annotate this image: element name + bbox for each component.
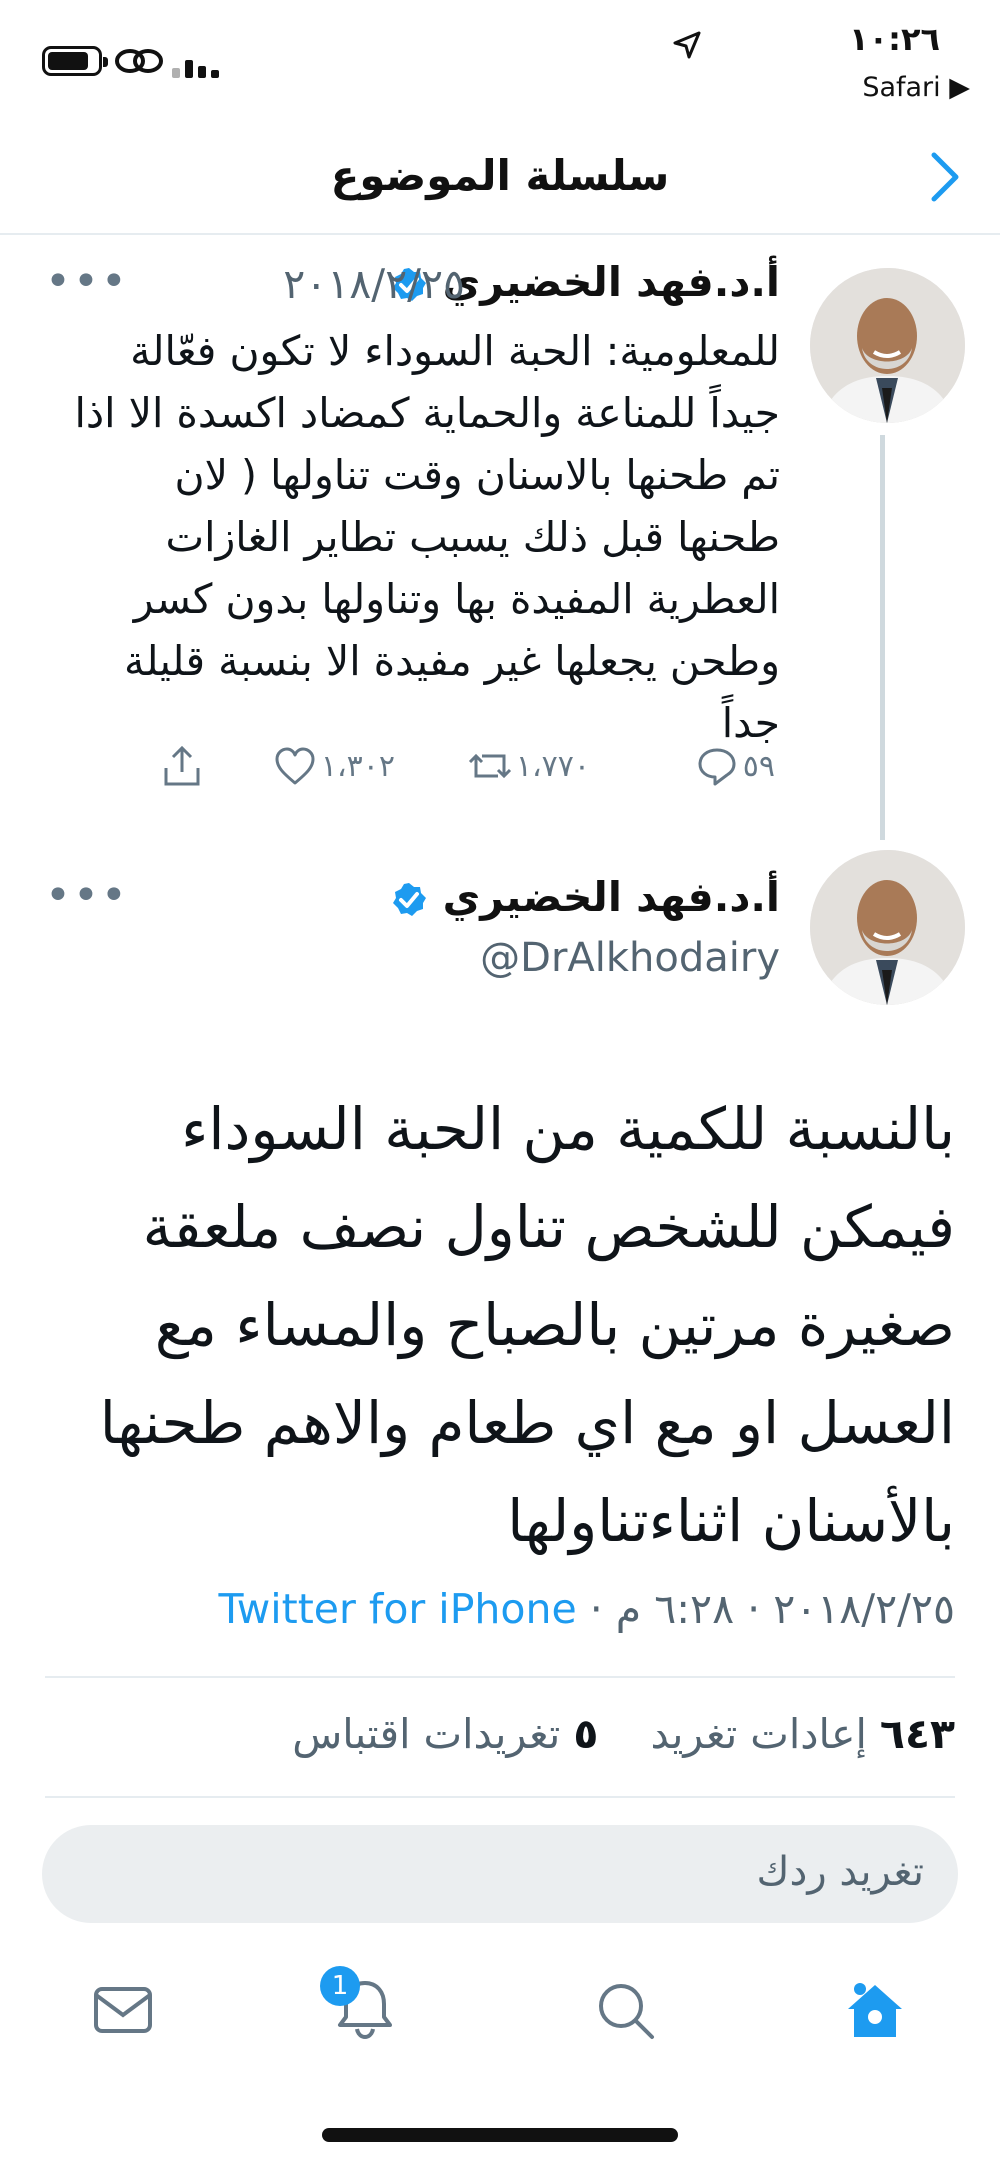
tweet-text-main: بالنسبة للكمية من الحبة السوداء فيمكن لل… [99,1095,955,1555]
search-icon[interactable] [590,1975,660,2045]
link-icon [115,49,163,73]
divider [45,1796,955,1798]
reply-input[interactable]: تغريد ردك [42,1825,958,1923]
retweets-count[interactable]: ٦٤٣ [880,1710,955,1758]
page-title: سلسلة الموضوع [330,151,670,200]
tab-bar [0,1955,1000,2065]
back-chevron-icon[interactable] [928,151,962,203]
status-bar: ١٠:٢٦ Safari ▶ [0,0,1000,115]
home-indicator [322,2128,678,2142]
reply-placeholder: تغريد ردك [756,1849,924,1895]
quotes-label[interactable]: تغريدات اقتباس [292,1710,560,1758]
share-action[interactable] [160,744,204,788]
more-options-icon[interactable]: ••• [45,870,129,921]
reply-count: ٥٩ [742,748,775,784]
retweet-action[interactable]: ١،٧٧٠ [468,744,590,788]
verified-badge-icon [393,883,427,916]
reply-action[interactable]: ٥٩ [695,744,775,788]
quotes-count[interactable]: ٥ [573,1710,598,1758]
heart-icon [275,747,315,785]
tweet-text-previous: للمعلومية: الحبة السوداء لا تكون فعّالة … [74,327,780,747]
share-icon [164,745,200,786]
signal-icon [172,48,222,78]
tweet-date-previous[interactable]: ٢٠١٨/٢/٢٥ [283,260,465,308]
more-options-icon[interactable]: ••• [45,256,129,307]
retweet-count: ١،٧٧٠ [515,748,590,784]
like-action[interactable]: ١،٣٠٢ [273,744,395,788]
status-time: ١٠:٢٦ [849,20,940,58]
notifications-badge: 1 [320,1966,360,2006]
like-count: ١،٣٠٢ [320,748,395,784]
nav-bar: سلسلة الموضوع [0,115,1000,235]
tweet-datetime: ٢٠١٨/٢/٢٥ · ٦:٢٨ م · [576,1585,955,1633]
retweets-label[interactable]: إعادات تغريد [651,1710,867,1758]
messages-icon[interactable] [88,1975,158,2045]
tweet-stats: ٦٤٣ إعادات تغريد ٥ تغريدات اقتباس [292,1710,955,1758]
reply-icon [698,748,736,786]
thread-line [880,435,885,840]
divider [45,1676,955,1678]
author-name-main[interactable]: أ.د.فهد الخضيري [390,873,780,921]
back-to-safari-link[interactable]: Safari ▶ [862,72,970,103]
avatar[interactable] [810,850,965,1005]
battery-icon [42,46,108,76]
author-handle[interactable]: @DrAlkhodairy [480,935,780,981]
location-arrow-icon [673,31,701,59]
home-icon[interactable] [840,1975,910,2045]
avatar[interactable] [810,268,965,423]
retweet-icon [468,753,511,779]
tweet-source-link[interactable]: Twitter for iPhone [218,1585,576,1633]
tweet-meta: ٢٠١٨/٢/٢٥ · ٦:٢٨ م · Twitter for iPhone [218,1585,955,1633]
